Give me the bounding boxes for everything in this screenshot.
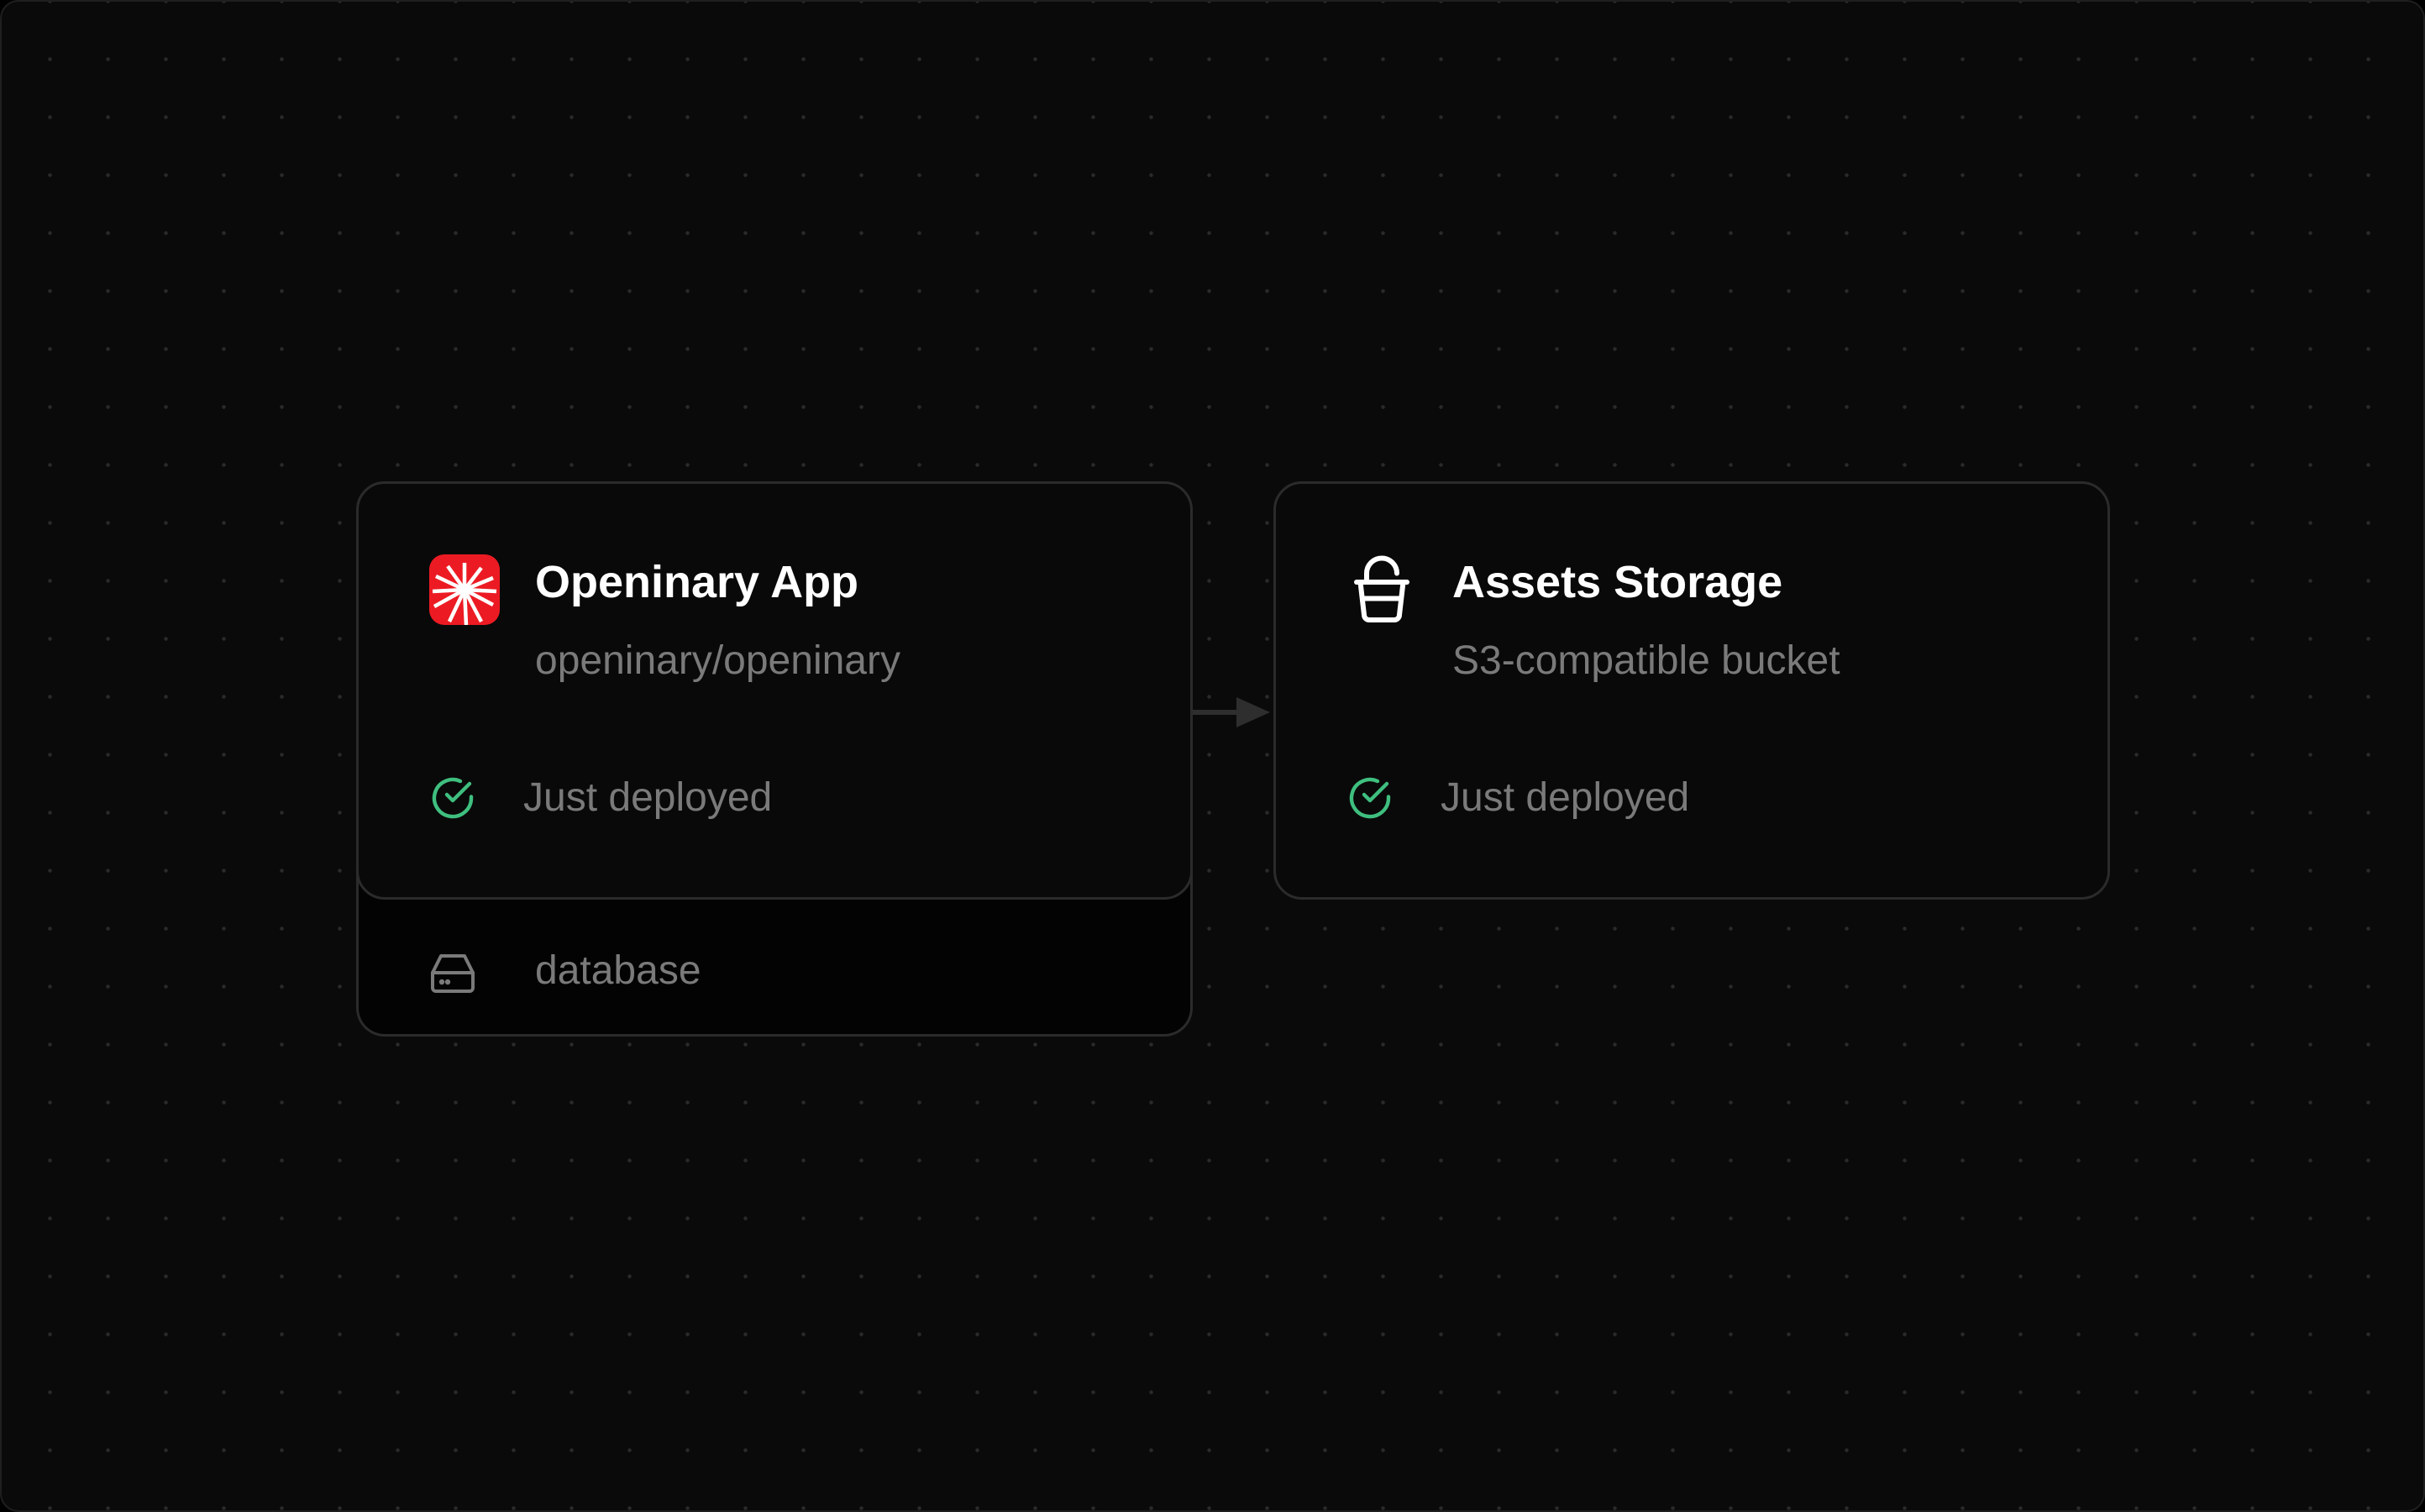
service-repo[interactable]: openinary/openinary xyxy=(535,641,900,681)
service-type: S3-compatible bucket xyxy=(1452,638,1840,683)
service-card-assets-storage[interactable]: Assets Storage S3-compatible bucket Just… xyxy=(1273,481,2110,900)
service-title: Openinary App xyxy=(535,557,859,607)
volume-label: database xyxy=(535,948,701,993)
bucket-icon xyxy=(1346,554,1417,625)
deployment-status: Just deployed xyxy=(523,775,773,820)
deployment-status: Just deployed xyxy=(1441,775,1690,820)
openinary-logo-icon xyxy=(429,554,500,625)
check-circle-icon xyxy=(429,774,476,822)
service-card-openinary-app[interactable]: Openinary App openinary/openinary Just d… xyxy=(356,481,1193,900)
service-title: Assets Storage xyxy=(1452,557,1783,607)
connection-arrow xyxy=(1193,697,1270,727)
hard-drive-icon xyxy=(429,951,476,995)
check-circle-icon xyxy=(1346,774,1394,822)
project-canvas[interactable]: database Openinary App openinary/openina… xyxy=(0,0,2425,1512)
